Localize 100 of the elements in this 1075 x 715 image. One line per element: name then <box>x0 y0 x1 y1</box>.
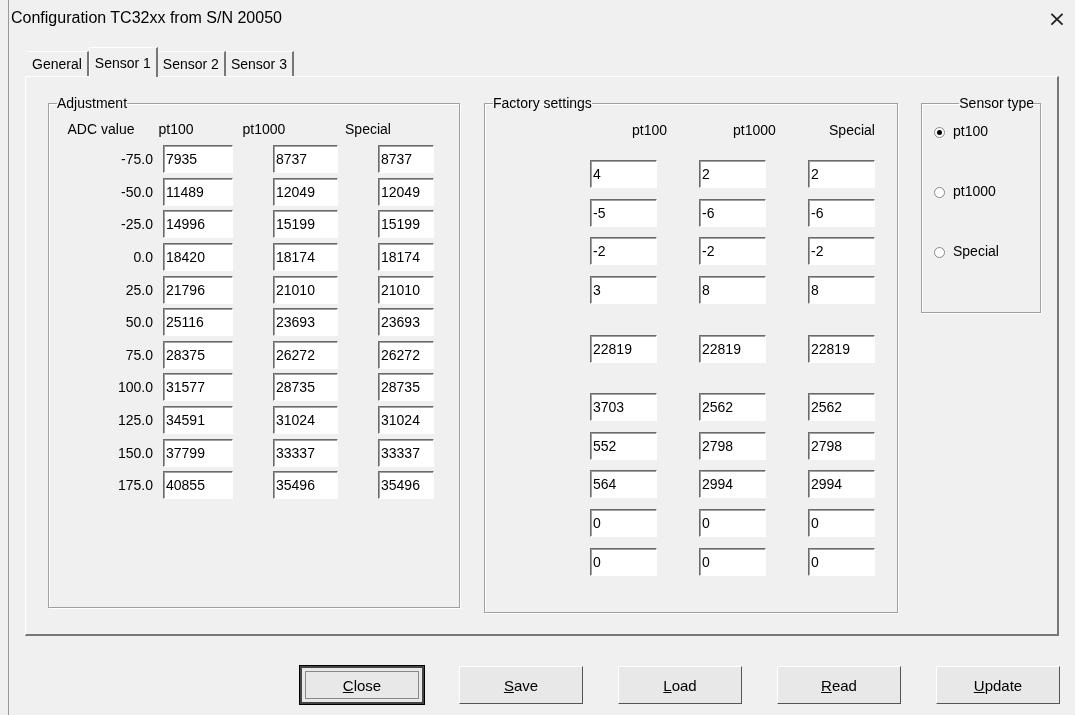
input-field[interactable]: 33337 <box>273 438 338 467</box>
input-field[interactable]: -6 <box>699 198 766 227</box>
input-field[interactable]: 2798 <box>699 431 766 460</box>
input-field[interactable]: 0 <box>590 509 657 538</box>
input-field[interactable]: 2562 <box>699 393 766 422</box>
input-field[interactable]: 22819 <box>699 334 766 363</box>
dialog-button[interactable]: Close <box>300 666 424 704</box>
input-field[interactable]: 28735 <box>378 373 434 402</box>
adc-value: 100.0 <box>116 379 153 396</box>
adc-value: 125.0 <box>116 412 153 429</box>
input-field[interactable]: 0 <box>699 547 766 576</box>
input-field[interactable]: 14996 <box>163 210 233 239</box>
adc-value: 75.0 <box>124 346 153 363</box>
input-field[interactable]: 15199 <box>378 210 434 239</box>
column-header: pt100 <box>157 121 195 137</box>
input-field[interactable]: 34591 <box>163 406 233 435</box>
adc-value: 175.0 <box>116 477 153 494</box>
column-header: pt1000 <box>732 122 777 138</box>
input-field[interactable]: 0 <box>699 509 766 538</box>
input-field[interactable]: 26272 <box>273 340 338 369</box>
input-field[interactable]: 2994 <box>699 470 766 499</box>
input-field[interactable]: 12049 <box>273 177 338 206</box>
column-header: Special <box>344 121 392 137</box>
radio-button[interactable] <box>934 247 945 258</box>
input-field[interactable]: 2798 <box>808 431 875 460</box>
adc-value: 25.0 <box>124 281 153 298</box>
radio-label[interactable]: pt1000 <box>953 183 996 199</box>
adc-value: 50.0 <box>124 314 153 331</box>
input-field[interactable]: 2 <box>808 160 875 189</box>
adc-value: -25.0 <box>120 216 153 233</box>
group-title: Adjustment <box>57 95 128 111</box>
tab[interactable]: General <box>27 51 89 76</box>
input-field[interactable]: 0 <box>808 509 875 538</box>
column-header: pt1000 <box>241 121 287 137</box>
input-field[interactable]: 7935 <box>163 145 233 174</box>
radio-label[interactable]: Special <box>953 243 999 259</box>
input-field[interactable]: 28735 <box>273 373 338 402</box>
tab[interactable]: Sensor 2 <box>157 51 226 76</box>
input-field[interactable]: 552 <box>590 431 657 460</box>
input-field[interactable]: 4 <box>590 160 657 189</box>
input-field[interactable]: 3 <box>590 276 657 305</box>
dialog-button[interactable]: Update <box>936 666 1060 704</box>
adc-value: 150.0 <box>116 444 153 461</box>
input-field[interactable]: 26272 <box>378 340 434 369</box>
input-field[interactable]: 40855 <box>163 471 233 500</box>
input-field[interactable]: 18174 <box>378 243 434 272</box>
input-field[interactable]: 31024 <box>273 406 338 435</box>
adc-value: -75.0 <box>120 151 153 168</box>
input-field[interactable]: 22819 <box>808 334 875 363</box>
input-field[interactable]: 8737 <box>378 145 434 174</box>
input-field[interactable]: 28375 <box>163 340 233 369</box>
tab[interactable]: Sensor 1 <box>88 47 158 77</box>
input-field[interactable]: 2 <box>699 160 766 189</box>
input-field[interactable]: 21796 <box>163 275 233 304</box>
input-field[interactable]: 2994 <box>808 470 875 499</box>
input-field[interactable]: 33337 <box>378 438 434 467</box>
input-field[interactable]: 23693 <box>378 308 434 337</box>
dialog-button[interactable]: Save <box>459 666 583 704</box>
input-field[interactable]: 0 <box>808 547 875 576</box>
input-field[interactable]: -2 <box>699 237 766 266</box>
input-field[interactable]: 31024 <box>378 406 434 435</box>
input-field[interactable]: 3703 <box>590 393 657 422</box>
input-field[interactable]: 37799 <box>163 438 233 467</box>
input-field[interactable]: 35496 <box>378 471 434 500</box>
group-title: Factory settings <box>493 95 592 111</box>
input-field[interactable]: 18420 <box>163 243 233 272</box>
input-field[interactable]: 564 <box>590 470 657 499</box>
dialog-button[interactable]: Read <box>777 666 901 704</box>
radio-button[interactable] <box>934 187 945 198</box>
input-field[interactable]: 21010 <box>378 275 434 304</box>
input-field[interactable]: 21010 <box>273 275 338 304</box>
input-field[interactable]: 0 <box>590 547 657 576</box>
close-button[interactable]: × <box>1039 3 1075 33</box>
input-field[interactable]: 35496 <box>273 471 338 500</box>
radio-button[interactable] <box>934 127 945 138</box>
adc-value: 0.0 <box>132 249 153 266</box>
input-field[interactable]: 11489 <box>163 177 233 206</box>
input-field[interactable]: -6 <box>808 198 875 227</box>
input-field[interactable]: 8737 <box>273 145 338 174</box>
input-field[interactable]: 23693 <box>273 308 338 337</box>
input-field[interactable]: 12049 <box>378 177 434 206</box>
group-title: Sensor type <box>959 95 1034 111</box>
tab[interactable]: Sensor 3 <box>225 51 294 76</box>
input-field[interactable]: 15199 <box>273 210 338 239</box>
input-field[interactable]: 25116 <box>163 308 233 337</box>
input-field[interactable]: 18174 <box>273 243 338 272</box>
dialog-button[interactable]: Load <box>618 666 742 704</box>
input-field[interactable]: -2 <box>808 237 875 266</box>
input-field[interactable]: 8 <box>808 276 875 305</box>
column-header: Special <box>828 122 876 138</box>
radio-label[interactable]: pt100 <box>953 123 989 139</box>
input-field[interactable]: -2 <box>590 237 657 266</box>
column-header: ADC value <box>66 121 136 137</box>
input-field[interactable]: 31577 <box>163 373 233 402</box>
adc-value: -50.0 <box>120 183 153 200</box>
input-field[interactable]: -5 <box>590 198 657 227</box>
input-field[interactable]: 22819 <box>590 334 657 363</box>
window-title: Configuration TC32xx from S/N 20050 <box>11 9 282 27</box>
input-field[interactable]: 8 <box>699 276 766 305</box>
input-field[interactable]: 2562 <box>808 393 875 422</box>
